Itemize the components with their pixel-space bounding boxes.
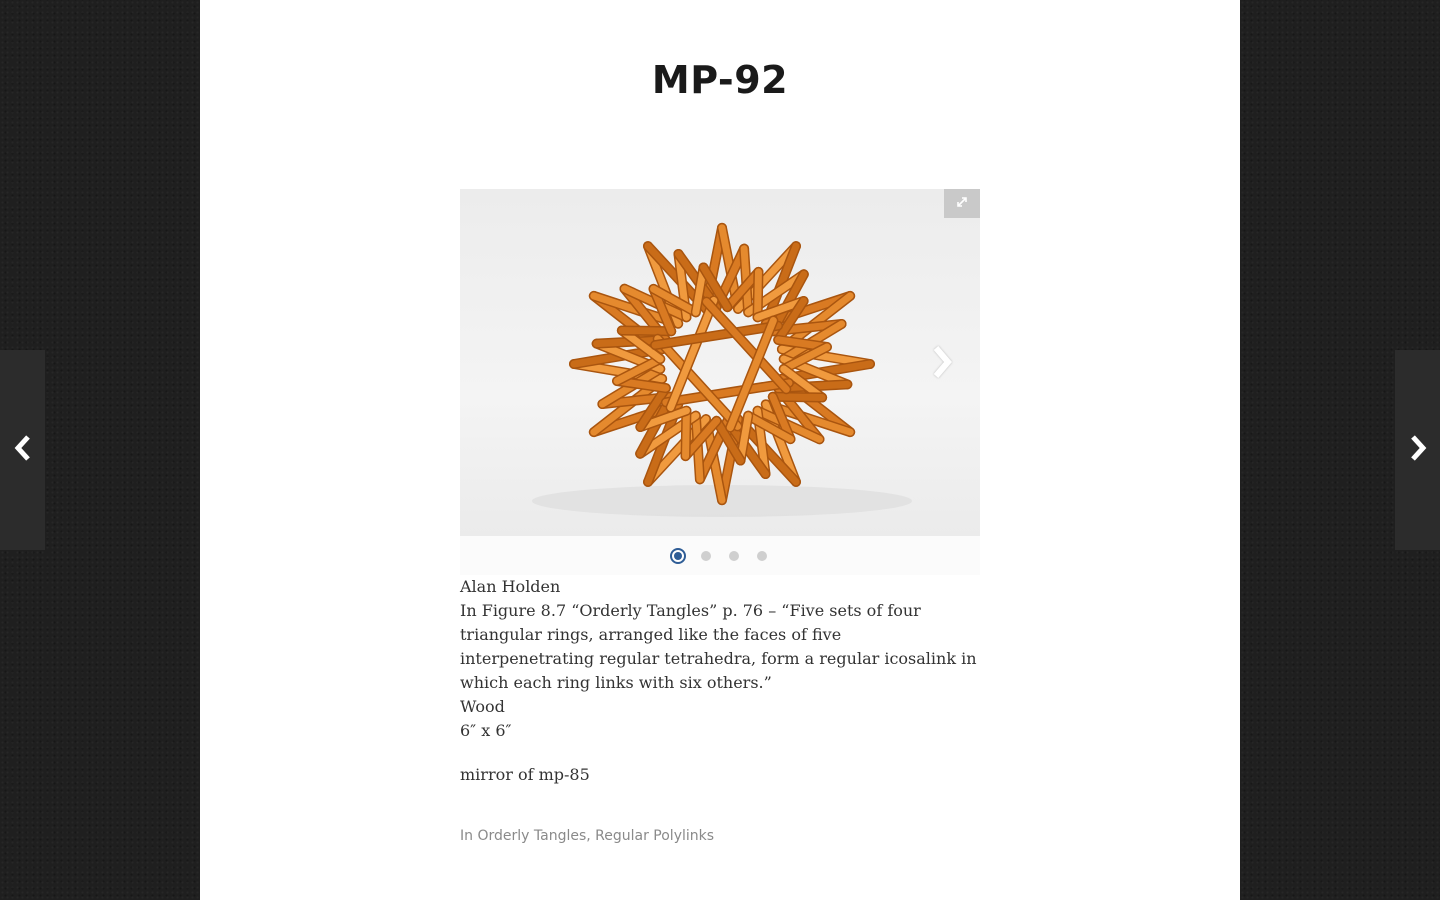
gallery-dot-1[interactable] <box>670 548 686 564</box>
post-note: mirror of mp-85 <box>460 765 590 784</box>
chevron-right-icon <box>929 342 955 386</box>
gallery-slide[interactable] <box>460 189 980 536</box>
expand-icon <box>955 194 969 213</box>
dimensions: 6″ x 6″ <box>460 721 512 740</box>
page-title: MP-92 <box>651 58 789 102</box>
chevron-left-icon <box>12 433 34 467</box>
category-separator: , <box>586 828 591 844</box>
description: In Figure 8.7 “Orderly Tangles” p. 76 – … <box>460 601 977 692</box>
chevron-right-icon <box>1407 433 1429 467</box>
sculpture-photo <box>532 222 912 517</box>
material: Wood <box>460 697 505 716</box>
category-link-regular-polylinks[interactable]: Regular Polylinks <box>595 828 714 844</box>
artist-name: Alan Holden <box>460 577 561 596</box>
previous-post-button[interactable] <box>0 350 45 550</box>
post-categories: In Orderly Tangles, Regular Polylinks <box>460 828 714 844</box>
image-gallery <box>460 189 980 575</box>
category-link-orderly-tangles[interactable]: Orderly Tangles <box>477 828 586 844</box>
fullscreen-button[interactable] <box>944 189 980 218</box>
gallery-dot-2[interactable] <box>701 551 711 561</box>
categories-prefix: In <box>460 828 474 844</box>
gallery-next-button[interactable] <box>922 339 962 389</box>
gallery-dot-4[interactable] <box>757 551 767 561</box>
gallery-dot-3[interactable] <box>729 551 739 561</box>
post-body: Alan Holden In Figure 8.7 “Orderly Tangl… <box>460 575 980 787</box>
gallery-pagination <box>460 547 980 565</box>
post-content: MP-92 Alan Holden In Figure 8.7 “Orderly… <box>200 0 1240 900</box>
next-post-button[interactable] <box>1395 350 1440 550</box>
